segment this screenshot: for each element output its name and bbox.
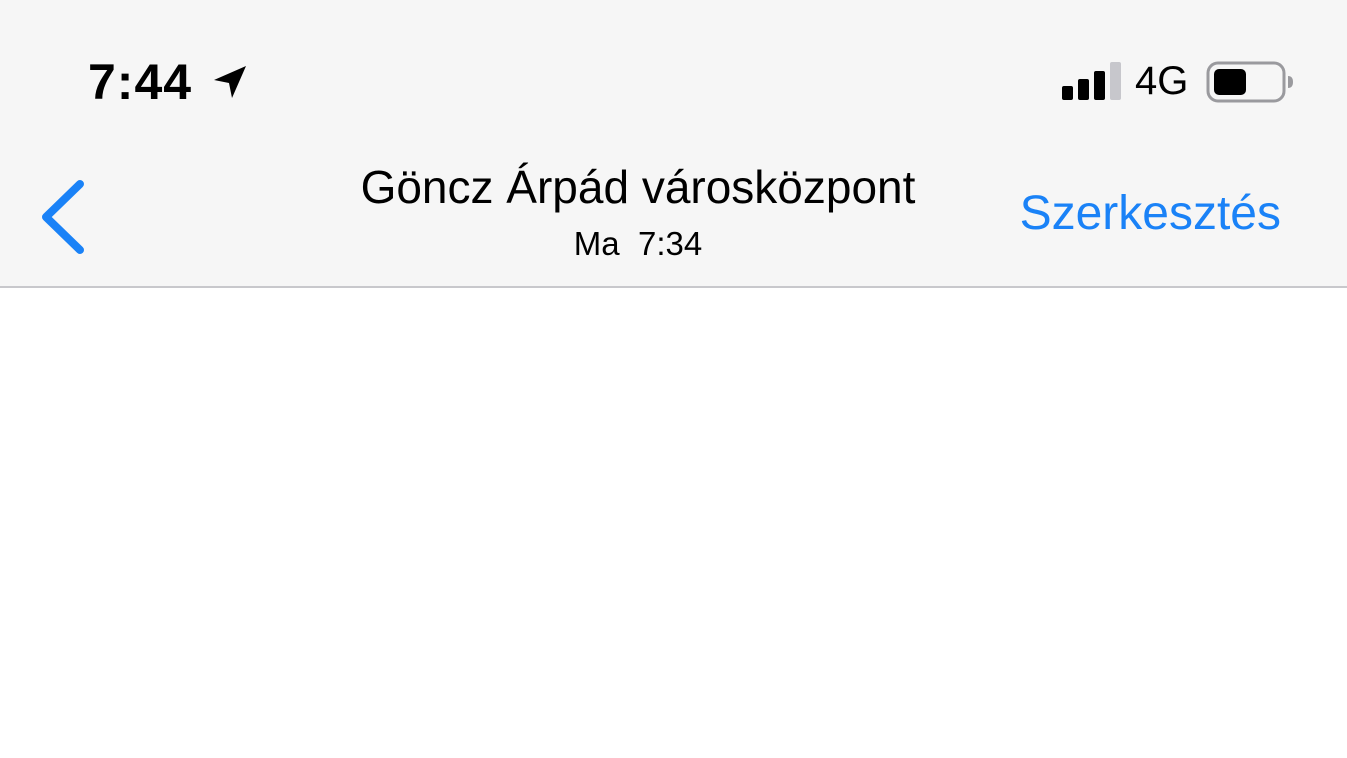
signal-bar-3 [1094,71,1105,100]
chevron-left-icon [42,180,84,254]
screen: 7:44 4G Göncz Árpád városközpont Ma 7:34… [0,0,1347,758]
status-time: 7:44 [88,54,193,110]
location-arrow-icon [214,66,246,98]
page-subtitle-timestamp: Ma 7:34 [573,225,703,262]
edit-button[interactable]: Szerkesztés [1020,184,1281,244]
signal-bar-2 [1078,79,1089,100]
content-area [0,288,1347,758]
battery-icon [1206,61,1293,103]
signal-bar-4 [1110,62,1121,100]
battery-fill [1214,69,1246,95]
network-type-label: 4G [1135,59,1189,103]
signal-bar-1 [1062,86,1073,100]
cellular-signal-icon [1062,62,1121,100]
top-bar: 7:44 4G Göncz Árpád városközpont Ma 7:34… [0,0,1347,288]
back-button[interactable] [30,172,100,262]
page-title: Göncz Árpád városközpont [360,161,916,213]
